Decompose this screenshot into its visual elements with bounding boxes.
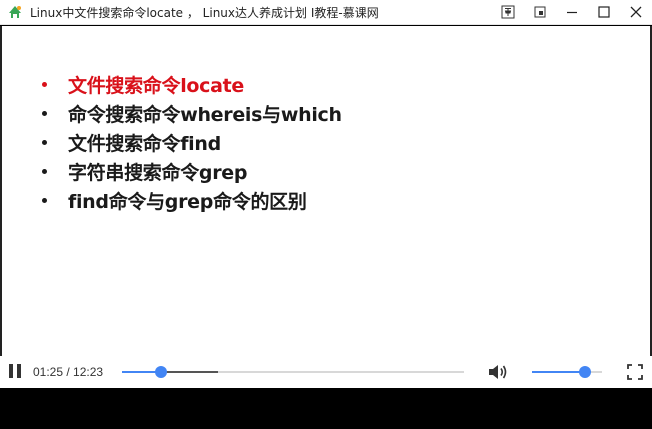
bullet-dot — [42, 198, 47, 203]
bullet-label: 文件搜索命令find — [68, 133, 221, 155]
bullet-label: 命令搜索命令whereis与which — [68, 104, 342, 126]
bullet-dot — [42, 82, 47, 87]
fullscreen-icon[interactable] — [627, 364, 643, 380]
window-title: Linux中文件搜索命令locate ， Linux达人养成计划 I教程-慕课网 — [30, 5, 379, 20]
bullet-label: 字符串搜索命令grep — [68, 162, 248, 184]
time-separator: / — [63, 365, 74, 379]
letterbox-bottom — [0, 388, 652, 429]
player-window: Linux中文件搜索命令locate ， Linux达人养成计划 I教程-慕课网 — [0, 0, 652, 429]
bullet-item: 命令搜索命令whereis与which — [38, 99, 342, 128]
player-controls: 01:25 / 12:23 — [0, 356, 652, 388]
duration: 12:23 — [73, 365, 104, 379]
video-slide[interactable]: 文件搜索命令locate 命令搜索命令whereis与which 文件搜索命令f… — [2, 26, 650, 356]
seek-bar[interactable] — [122, 366, 464, 378]
minimize-icon[interactable] — [556, 0, 588, 25]
bullet-label: find命令与grep命令的区别 — [68, 191, 307, 213]
bullet-item: 字符串搜索命令grep — [38, 157, 342, 186]
pause-icon[interactable] — [9, 364, 23, 380]
volume-slider[interactable] — [532, 366, 602, 378]
bullet-dot — [42, 140, 47, 145]
bullet-dot — [42, 111, 47, 116]
app-icon — [7, 4, 23, 20]
volume-level — [532, 371, 585, 373]
bullet-item: 文件搜索命令find — [38, 128, 342, 157]
pin-icon[interactable] — [492, 0, 524, 25]
seek-handle[interactable] — [154, 366, 167, 378]
volume-handle[interactable] — [578, 366, 591, 378]
restore-icon[interactable] — [524, 0, 556, 25]
volume-icon[interactable] — [487, 362, 509, 382]
bullet-label: 文件搜索命令locate — [68, 75, 245, 97]
bullet-dot — [42, 169, 47, 174]
close-icon[interactable] — [620, 0, 652, 25]
window-controls — [492, 0, 652, 25]
slide-bullet-list: 文件搜索命令locate 命令搜索命令whereis与which 文件搜索命令f… — [38, 70, 342, 215]
bullet-item: find命令与grep命令的区别 — [38, 186, 342, 215]
maximize-icon[interactable] — [588, 0, 620, 25]
time-display: 01:25 / 12:23 — [33, 365, 103, 379]
bullet-item: 文件搜索命令locate — [38, 70, 342, 99]
title-bar[interactable]: Linux中文件搜索命令locate ， Linux达人养成计划 I教程-慕课网 — [0, 0, 652, 25]
current-time: 01:25 — [33, 365, 64, 379]
